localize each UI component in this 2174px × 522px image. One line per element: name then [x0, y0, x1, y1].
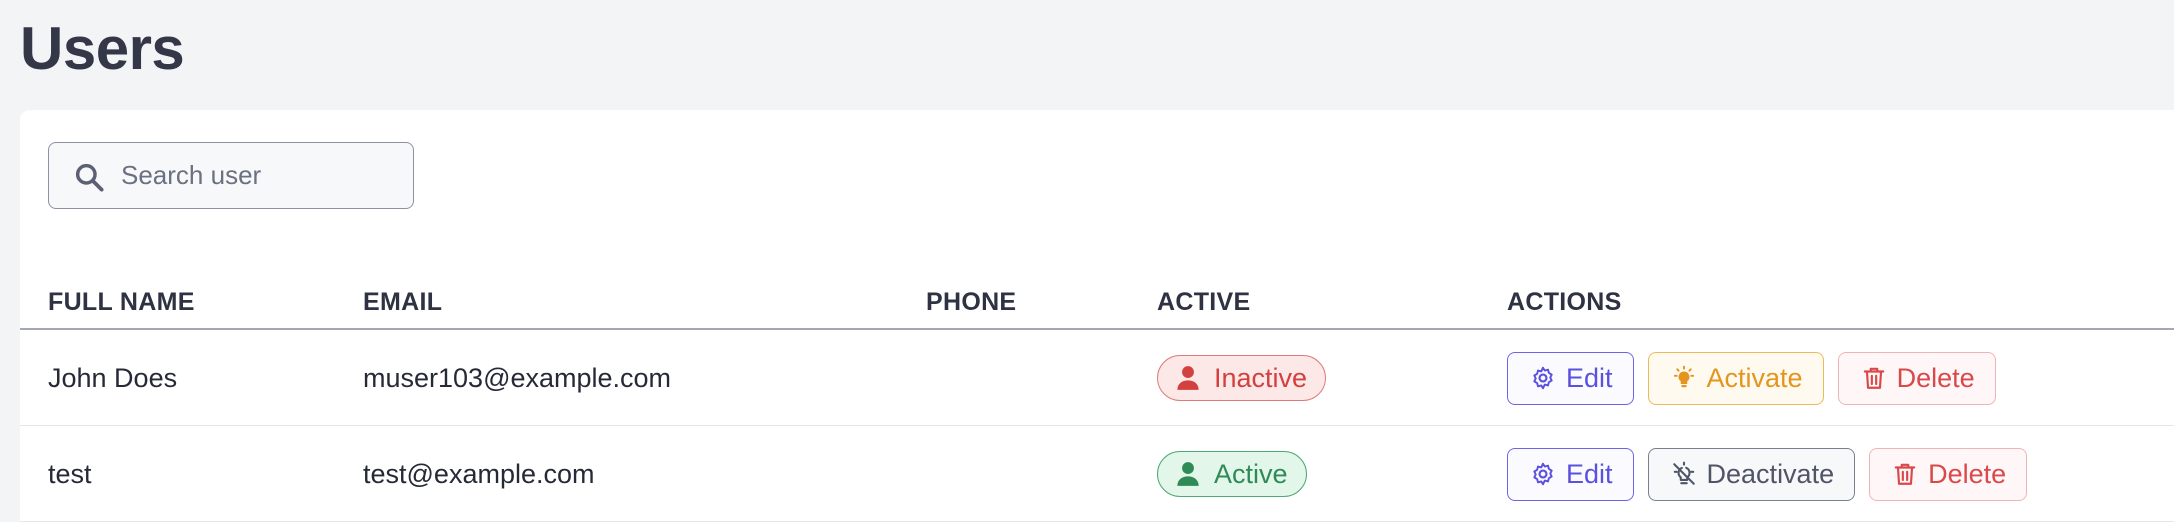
- edit-label: Edit: [1566, 458, 1613, 489]
- page-title: Users: [20, 15, 185, 82]
- status-label: Active: [1214, 458, 1288, 489]
- cell-active: Inactive: [1157, 330, 1327, 426]
- search-box[interactable]: [48, 142, 414, 209]
- gear-icon: [1533, 366, 1553, 390]
- cell-active: Active: [1157, 426, 1307, 522]
- users-card: FULL NAME EMAIL PHONE ACTIVE ACTIONS Joh…: [20, 110, 2174, 522]
- trash-icon: [1863, 367, 1884, 389]
- table-header: FULL NAME EMAIL PHONE ACTIVE ACTIONS: [20, 260, 2174, 330]
- delete-label: Delete: [1896, 362, 1975, 393]
- cell-email: test@example.com: [363, 458, 595, 489]
- status-badge-inactive: Inactive: [1157, 355, 1327, 401]
- lightbulb-icon: [1673, 365, 1694, 388]
- edit-button[interactable]: Edit: [1507, 351, 1634, 405]
- gear-icon: [1533, 462, 1553, 486]
- users-table: FULL NAME EMAIL PHONE ACTIVE ACTIONS Joh…: [20, 260, 2174, 522]
- header-actions: ACTIONS: [1507, 288, 1622, 316]
- activate-label: Activate: [1706, 362, 1803, 393]
- status-badge-active: Active: [1157, 451, 1307, 497]
- deactivate-label: Deactivate: [1706, 458, 1835, 489]
- table-row: test test@example.com Active Edit Deacti…: [20, 426, 2174, 522]
- lightbulb-off-icon: [1672, 461, 1695, 485]
- cell-full-name: test: [48, 458, 92, 489]
- trash-icon: [1894, 463, 1916, 485]
- search-input[interactable]: [121, 143, 401, 207]
- table-row: John Does muser103@example.com Inactive: [20, 330, 2174, 426]
- edit-button[interactable]: Edit: [1507, 447, 1634, 501]
- delete-button[interactable]: Delete: [1869, 447, 2028, 501]
- edit-label: Edit: [1566, 362, 1613, 393]
- user-icon: [1177, 366, 1199, 390]
- status-label: Inactive: [1214, 362, 1308, 393]
- cell-email: muser103@example.com: [363, 362, 672, 393]
- cell-actions: Edit Deactivate Delete: [1507, 426, 2028, 522]
- header-active[interactable]: ACTIVE: [1157, 288, 1250, 317]
- user-icon: [1177, 462, 1199, 486]
- activate-button[interactable]: Activate: [1647, 351, 1824, 405]
- delete-button[interactable]: Delete: [1837, 351, 1996, 405]
- header-email[interactable]: EMAIL: [363, 288, 442, 317]
- deactivate-button[interactable]: Deactivate: [1647, 447, 1856, 501]
- cell-actions: Edit Activate Delete: [1507, 330, 1996, 426]
- search-icon: [75, 163, 104, 192]
- delete-label: Delete: [1928, 458, 2007, 489]
- header-full-name[interactable]: FULL NAME: [48, 288, 195, 317]
- header-phone[interactable]: PHONE: [926, 288, 1016, 317]
- cell-full-name: John Does: [48, 362, 178, 393]
